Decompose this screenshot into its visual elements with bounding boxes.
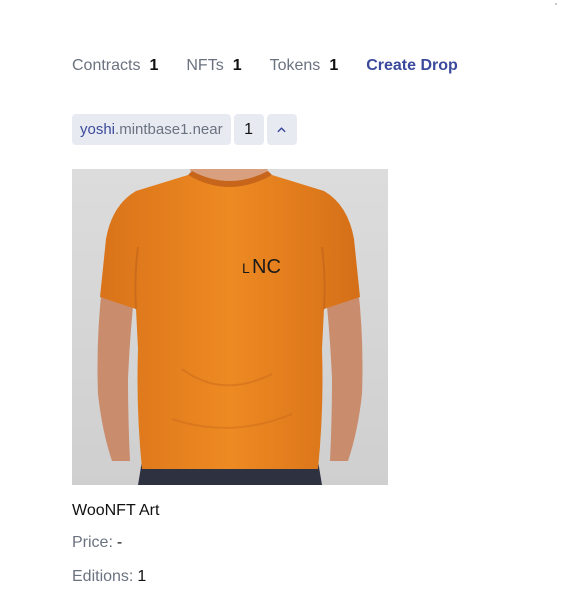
contract-name: yoshi bbox=[80, 121, 116, 138]
price-row: Price: - bbox=[72, 534, 388, 552]
contracts-count: 1 bbox=[149, 57, 159, 74]
tab-nfts[interactable]: NFTs 1 bbox=[186, 57, 241, 75]
price-value: - bbox=[116, 534, 123, 551]
editions-value: 1 bbox=[137, 568, 147, 585]
tokens-count: 1 bbox=[329, 57, 339, 74]
tab-tokens[interactable]: Tokens 1 bbox=[270, 57, 339, 75]
nft-image[interactable]: L NC bbox=[72, 169, 388, 485]
shirt-logo-large: NC bbox=[252, 256, 281, 278]
stats-tabs: Contracts 1 NFTs 1 Tokens 1 Create Drop bbox=[72, 56, 458, 76]
shirt-logo-small: L bbox=[242, 260, 250, 276]
contract-count-badge: 1 bbox=[233, 114, 264, 145]
contract-filter: yoshi .mintbase1.near 1 bbox=[72, 114, 297, 145]
editions-label: Editions: bbox=[72, 568, 134, 585]
price-label: Price: bbox=[72, 534, 113, 551]
nfts-label: NFTs bbox=[186, 57, 224, 74]
editions-row: Editions: 1 bbox=[72, 568, 388, 586]
tokens-label: Tokens bbox=[269, 57, 321, 74]
page: Contracts 1 NFTs 1 Tokens 1 Create Drop … bbox=[0, 0, 586, 616]
collapse-toggle-button[interactable] bbox=[266, 114, 297, 145]
contract-suffix: .mintbase1.near bbox=[115, 121, 223, 138]
corner-dot bbox=[555, 3, 557, 5]
nfts-count: 1 bbox=[232, 57, 242, 74]
contracts-label: Contracts bbox=[72, 57, 141, 74]
create-drop-link[interactable]: Create Drop bbox=[366, 57, 458, 75]
nft-title: WooNFT Art bbox=[72, 502, 160, 519]
tab-contracts[interactable]: Contracts 1 bbox=[72, 57, 158, 75]
contract-chip[interactable]: yoshi .mintbase1.near bbox=[72, 114, 231, 145]
nft-card[interactable]: L NC WooNFT Art Price: - Editions: 1 bbox=[72, 169, 388, 586]
chevron-up-icon bbox=[277, 127, 286, 133]
